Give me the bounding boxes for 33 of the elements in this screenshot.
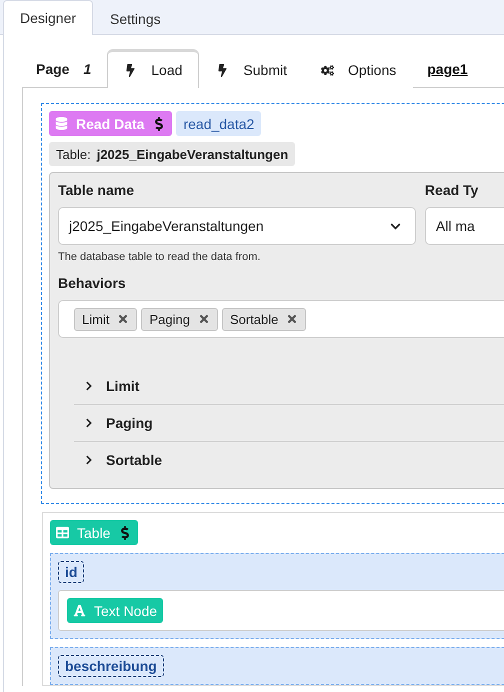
lightning-icon — [216, 64, 230, 76]
accordion-item[interactable]: Sortable — [74, 441, 504, 478]
behavior-tag[interactable]: Paging — [141, 308, 218, 330]
behavior-tag[interactable]: Limit — [74, 308, 138, 330]
chevron-icon — [390, 220, 401, 232]
column-name: id — [58, 561, 84, 583]
behaviors-field[interactable]: Limit Paging Sortable — [58, 300, 504, 338]
table-name-select[interactable]: j2025_EingabeVeranstaltungen — [58, 207, 416, 245]
help-text: The database table to read the data from. — [58, 251, 262, 263]
lightning-icon — [124, 64, 138, 76]
tab[interactable]: Load — [107, 49, 200, 88]
remove-icon[interactable] — [117, 313, 130, 325]
gears-icon — [321, 64, 334, 76]
accordion-item[interactable]: Paging — [74, 404, 504, 441]
field-label: Behaviors — [58, 275, 127, 293]
column-name: beschreibung — [58, 655, 164, 677]
field-label: Table name — [58, 182, 135, 200]
table-info: Table: j2025_EingabeVeranstaltungen — [49, 142, 296, 166]
read-data-badge: Read Data — [49, 111, 172, 136]
text-node-badge: Text Node — [67, 598, 164, 623]
field-label: Read Ty — [424, 182, 480, 200]
remove-icon[interactable] — [198, 313, 210, 325]
page-number: 1 — [82, 60, 92, 79]
remove-icon[interactable] — [286, 313, 298, 325]
component-name: read_data2 — [176, 111, 262, 136]
table-badge: Table — [50, 520, 138, 545]
tab[interactable]: Designer — [3, 0, 94, 35]
accordion-item[interactable]: Limit — [74, 368, 504, 404]
behavior-tag[interactable]: Sortable — [222, 308, 306, 330]
page-name-link[interactable]: page1 — [427, 51, 468, 87]
read-type-select[interactable]: All ma — [424, 207, 504, 245]
tab[interactable]: Settings — [93, 2, 178, 35]
page-label: Page — [35, 60, 70, 79]
